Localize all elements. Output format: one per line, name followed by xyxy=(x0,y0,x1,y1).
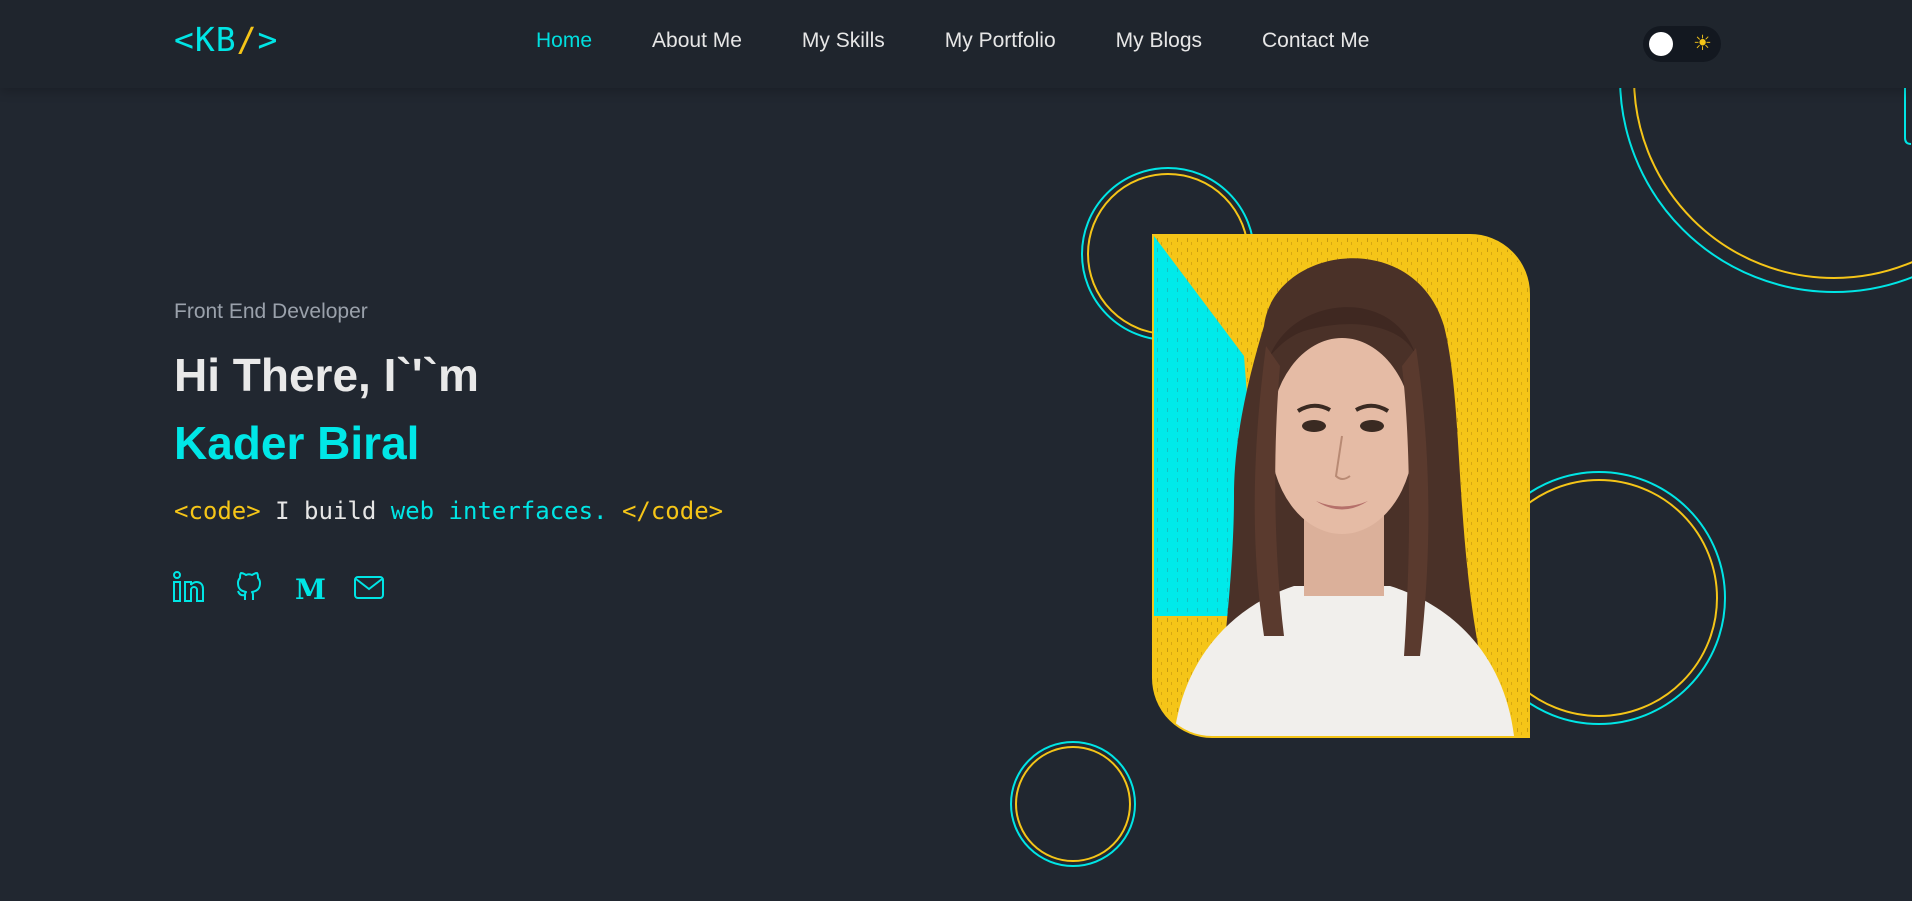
logo-slash: / xyxy=(236,20,258,59)
profile-photo xyxy=(1152,234,1530,738)
nav-home[interactable]: Home xyxy=(536,29,592,53)
decorative-circles xyxy=(1010,0,1912,867)
circle-inner-yellow xyxy=(1015,746,1131,862)
nav-my-blogs[interactable]: My Blogs xyxy=(1116,29,1202,53)
navbar: <KB/> Home About Me My Skills My Portfol… xyxy=(0,0,1912,88)
nav-my-portfolio[interactable]: My Portfolio xyxy=(945,29,1056,53)
toggle-knob xyxy=(1649,32,1673,56)
logo-open: <KB xyxy=(174,20,237,59)
site-logo[interactable]: <KB/> xyxy=(174,20,278,59)
theme-toggle[interactable]: ☀ xyxy=(1643,26,1721,62)
nav-my-skills[interactable]: My Skills xyxy=(802,29,885,53)
main-nav: Home About Me My Skills My Portfolio My … xyxy=(536,29,1429,53)
sun-icon: ☀ xyxy=(1693,32,1712,55)
nav-about-me[interactable]: About Me xyxy=(652,29,742,53)
nav-contact-me[interactable]: Contact Me xyxy=(1262,29,1369,53)
logo-close: > xyxy=(257,20,279,59)
circle-outer-cyan xyxy=(1010,741,1136,867)
